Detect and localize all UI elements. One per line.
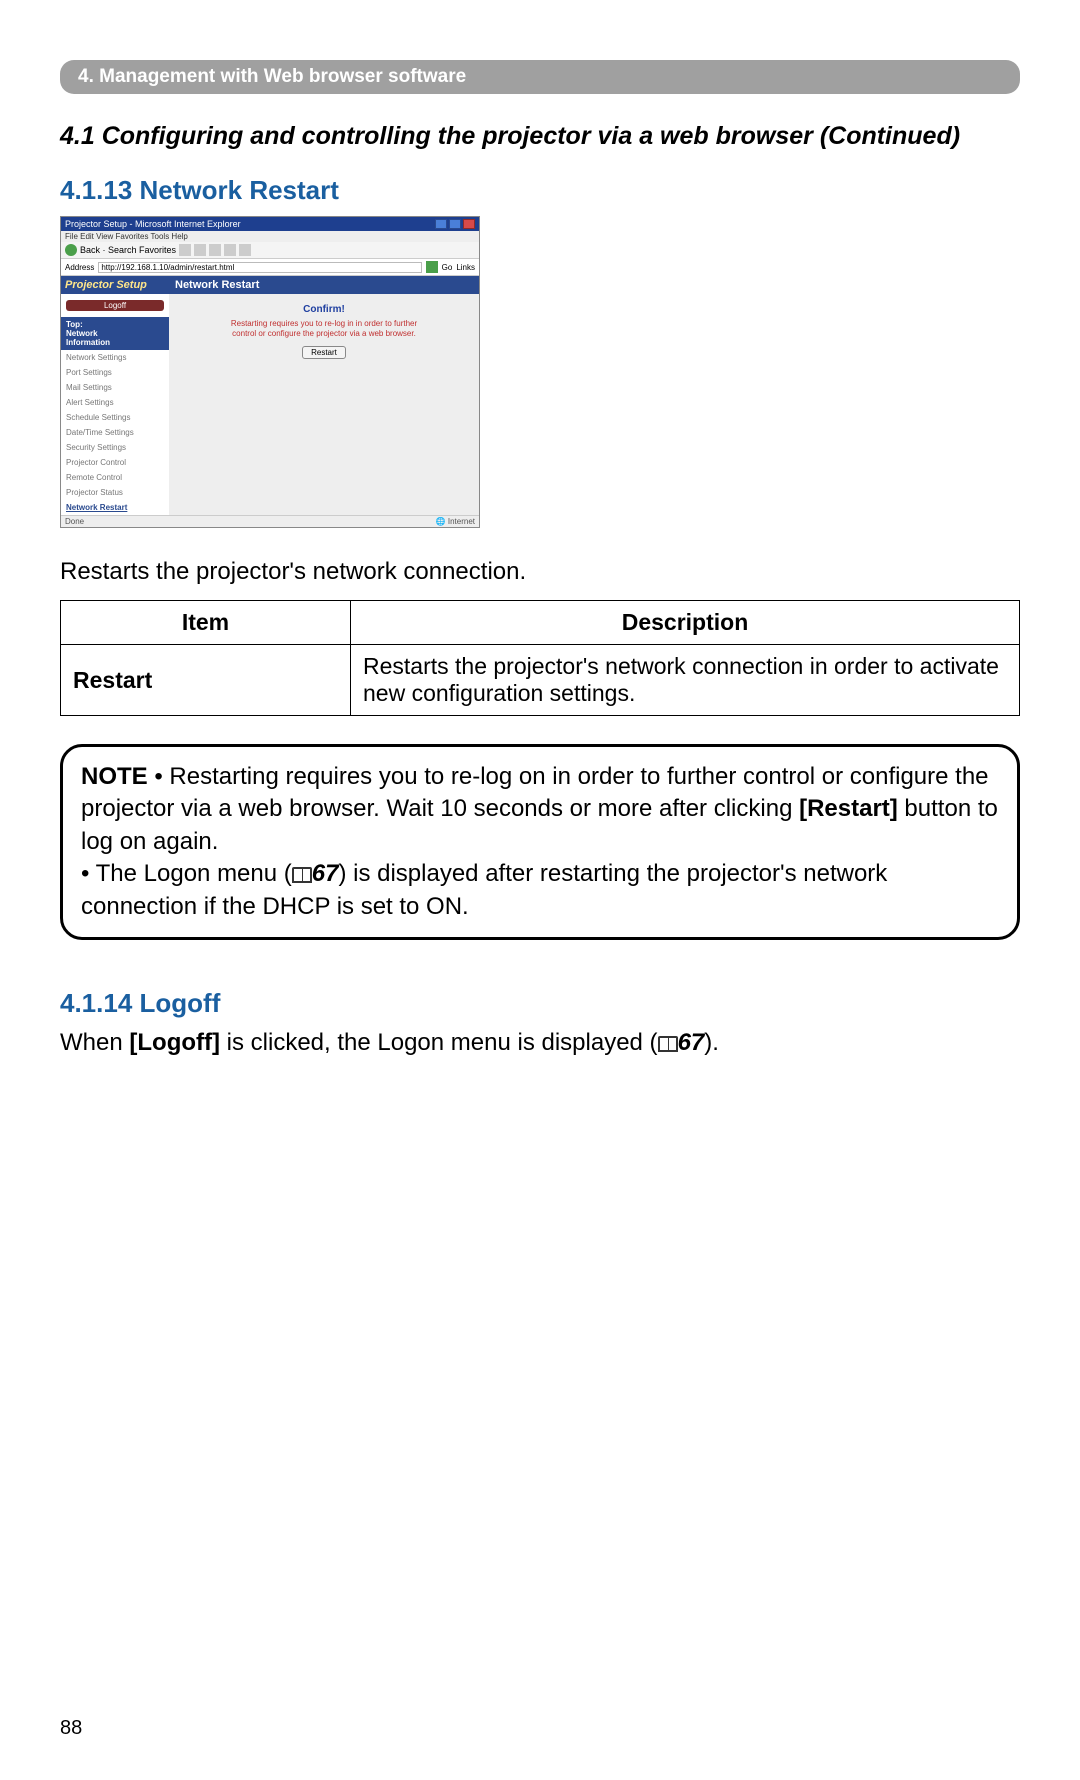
logoff-bold: [Logoff] [129, 1029, 220, 1056]
table-row: Restart Restarts the projector's network… [61, 645, 1020, 716]
go-icon[interactable] [426, 261, 438, 273]
minimize-icon[interactable] [435, 219, 447, 229]
sidebar-item-mail-settings[interactable]: Mail Settings [61, 380, 169, 395]
mail-icon[interactable] [224, 244, 236, 256]
th-description: Description [351, 601, 1020, 645]
browser-toolbar: Back · Search Favorites [61, 242, 479, 259]
stop-icon[interactable] [179, 244, 191, 256]
status-done: Done [65, 517, 84, 526]
sidebar-title: Projector Setup [61, 276, 169, 294]
links-label: Links [456, 263, 475, 272]
book-icon [292, 867, 312, 883]
back-icon[interactable] [65, 244, 77, 256]
address-input[interactable] [98, 262, 421, 273]
td-description: Restarts the projector's network connect… [351, 645, 1020, 716]
sidebar-item-schedule-settings[interactable]: Schedule Settings [61, 410, 169, 425]
sidebar-top-info[interactable]: Top: Network Information [61, 317, 169, 350]
intro-text: Restarts the projector's network connect… [60, 558, 1020, 586]
address-label: Address [65, 263, 94, 272]
window-title: Projector Setup - Microsoft Internet Exp… [65, 219, 241, 229]
sidebar-item-projector-status[interactable]: Projector Status [61, 485, 169, 500]
page-number: 88 [60, 1717, 1020, 1740]
sidebar-item-projector-control[interactable]: Projector Control [61, 455, 169, 470]
home-icon[interactable] [209, 244, 221, 256]
sidebar-item-security-settings[interactable]: Security Settings [61, 440, 169, 455]
browser-screenshot: Projector Setup - Microsoft Internet Exp… [60, 216, 480, 528]
note-box: NOTE • Restarting requires you to re-log… [60, 744, 1020, 940]
note-bullet2a: • The Logon menu ( [81, 860, 292, 887]
item-description-table: Item Description Restart Restarts the pr… [60, 600, 1020, 716]
sidebar-item-port-settings[interactable]: Port Settings [61, 365, 169, 380]
sidebar-item-network-settings[interactable]: Network Settings [61, 350, 169, 365]
browser-statusbar: Done Internet [61, 515, 479, 527]
window-titlebar: Projector Setup - Microsoft Internet Exp… [61, 217, 479, 231]
chapter-header: 4. Management with Web browser software [60, 60, 1020, 94]
main-panel: Network Restart Confirm! Restarting requ… [169, 276, 479, 515]
print-icon[interactable] [239, 244, 251, 256]
window-controls [435, 219, 475, 229]
sidebar-item-alert-settings[interactable]: Alert Settings [61, 395, 169, 410]
sidebar-item-network-restart[interactable]: Network Restart [61, 500, 169, 515]
logoff-page-ref: 67 [678, 1029, 705, 1056]
go-label: Go [442, 263, 453, 272]
subsection-4-1-13: 4.1.13 Network Restart [60, 175, 1020, 206]
book-icon [658, 1036, 678, 1052]
td-item: Restart [61, 645, 351, 716]
address-bar: Address Go Links [61, 259, 479, 276]
logoff-text-d: ). [704, 1029, 719, 1056]
restart-warning: Restarting requires you to re-log in in … [179, 319, 469, 338]
logoff-text: When [Logoff] is clicked, the Logon menu… [60, 1029, 1020, 1057]
main-panel-header: Network Restart [169, 276, 479, 294]
close-icon[interactable] [463, 219, 475, 229]
browser-menubar[interactable]: File Edit View Favorites Tools Help [61, 231, 479, 242]
note-page-ref: 67 [312, 860, 339, 887]
logoff-text-a: When [60, 1029, 129, 1056]
status-internet: Internet [436, 517, 475, 526]
section-title: 4.1 Configuring and controlling the proj… [60, 122, 1020, 151]
note-label: NOTE [81, 763, 148, 790]
th-item: Item [61, 601, 351, 645]
maximize-icon[interactable] [449, 219, 461, 229]
restart-button[interactable]: Restart [302, 346, 346, 359]
logoff-text-c: is clicked, the Logon menu is displayed … [220, 1029, 658, 1056]
note-restart-bold: [Restart] [799, 795, 898, 822]
sidebar-item-remote-control[interactable]: Remote Control [61, 470, 169, 485]
sidebar: Projector Setup Logoff Top: Network Info… [61, 276, 169, 515]
logoff-button[interactable]: Logoff [66, 300, 164, 311]
refresh-icon[interactable] [194, 244, 206, 256]
subsection-4-1-14: 4.1.14 Logoff [60, 988, 1020, 1019]
toolbar-back-label: Back · Search Favorites [80, 245, 176, 255]
sidebar-item-datetime-settings[interactable]: Date/Time Settings [61, 425, 169, 440]
confirm-heading: Confirm! [179, 304, 469, 315]
